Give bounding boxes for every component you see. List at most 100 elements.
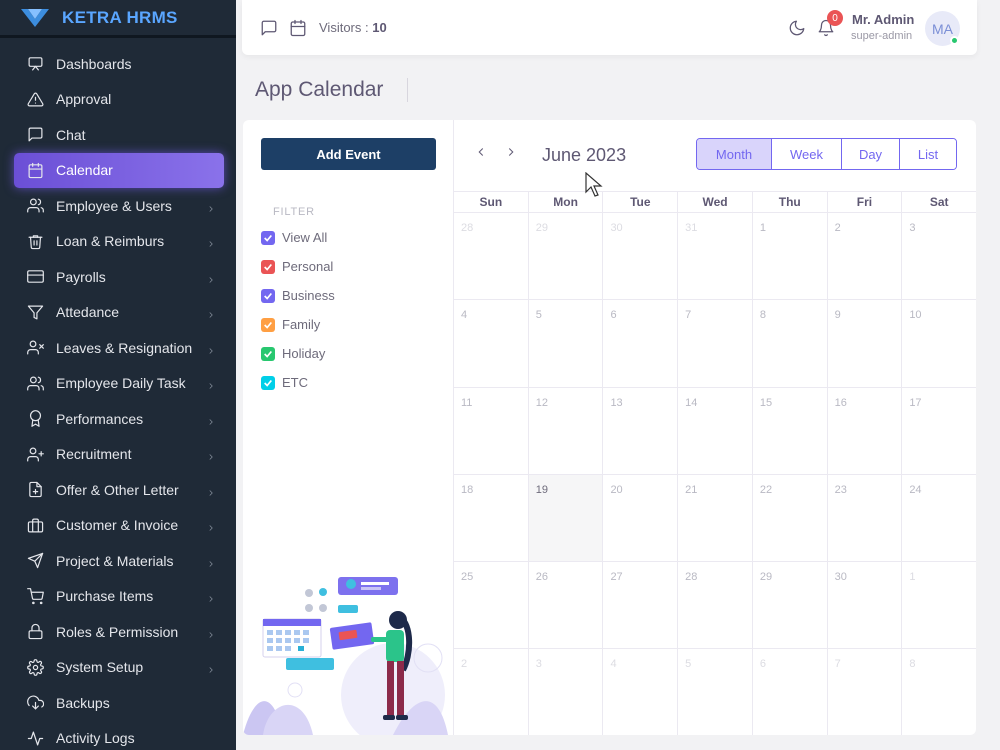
day-cell[interactable]: 28 xyxy=(454,213,529,300)
sidebar-item-attedance[interactable]: Attedance xyxy=(0,295,236,331)
day-cell[interactable]: 16 xyxy=(828,387,903,474)
day-cell[interactable]: 21 xyxy=(678,474,753,562)
checkbox-checked-icon[interactable] xyxy=(261,230,275,245)
checkbox-checked-icon[interactable] xyxy=(261,375,275,390)
day-cell[interactable]: 2 xyxy=(828,213,903,300)
day-cell[interactable]: 28 xyxy=(678,562,753,649)
sidebar-item-dashboards[interactable]: Dashboards xyxy=(0,46,236,82)
sidebar-item-recruitment[interactable]: Recruitment xyxy=(0,437,236,473)
day-cell[interactable]: 8 xyxy=(753,300,828,387)
sidebar-item-leaves-resignation[interactable]: Leaves & Resignation xyxy=(0,330,236,366)
day-cell[interactable]: 10 xyxy=(902,300,976,386)
day-cell[interactable]: 5 xyxy=(529,300,604,387)
day-cell[interactable]: 25 xyxy=(454,562,529,649)
filter-view-all[interactable]: View All xyxy=(261,230,327,245)
day-cell[interactable]: 15 xyxy=(753,387,828,474)
chat-icon[interactable] xyxy=(260,19,278,37)
sidebar-item-activity-logs[interactable]: Activity Logs xyxy=(0,721,236,750)
calendar-icon[interactable] xyxy=(289,19,307,37)
download-cloud-icon xyxy=(26,694,44,712)
chevron-right-icon xyxy=(206,236,216,247)
sidebar-item-performances[interactable]: Performances xyxy=(0,401,236,437)
day-cell[interactable]: 30 xyxy=(828,562,903,649)
day-cell[interactable]: 22 xyxy=(753,474,828,562)
day-cell[interactable]: 13 xyxy=(603,387,679,474)
sidebar-item-loan-reimburs[interactable]: Loan & Reimburs xyxy=(0,224,236,260)
sidebar-item-project-materials[interactable]: Project & Materials xyxy=(0,543,236,579)
calendar-card: Add Event FILTER View All Personal Busines… xyxy=(243,120,976,735)
day-cell[interactable]: 1 xyxy=(753,213,828,300)
day-number: 28 xyxy=(461,222,474,234)
view-month-button[interactable]: Month xyxy=(697,139,772,169)
day-number: 17 xyxy=(909,396,922,409)
day-cell[interactable]: 5 xyxy=(678,649,753,735)
sidebar-item-label: System Setup xyxy=(56,659,144,676)
day-cell[interactable]: 29 xyxy=(753,562,828,649)
day-cell[interactable]: 23 xyxy=(828,474,903,562)
filter-family[interactable]: Family xyxy=(261,317,320,332)
sidebar-item-roles-permission[interactable]: Roles & Permission xyxy=(0,614,236,650)
filter-etc[interactable]: ETC xyxy=(261,375,308,390)
day-number: 20 xyxy=(610,483,623,496)
filter-personal[interactable]: Personal xyxy=(261,259,333,274)
day-cell[interactable]: 14 xyxy=(678,387,753,474)
sidebar-item-calendar[interactable]: Calendar xyxy=(14,152,224,188)
day-cell[interactable]: 20 xyxy=(603,474,679,562)
checkbox-checked-icon[interactable] xyxy=(261,346,275,361)
sidebar-item-customer-invoice[interactable]: Customer & Invoice xyxy=(0,508,236,544)
filter-holiday[interactable]: Holiday xyxy=(261,346,325,361)
day-cell[interactable]: 12 xyxy=(529,387,604,474)
day-cell[interactable]: 6 xyxy=(753,649,828,735)
day-cell[interactable]: 30 xyxy=(603,213,679,300)
credit-card-icon xyxy=(26,268,44,286)
view-day-button[interactable]: Day xyxy=(842,139,900,169)
day-cell[interactable]: 7 xyxy=(678,300,753,387)
prev-month-button[interactable] xyxy=(474,145,490,161)
day-cell[interactable]: 7 xyxy=(828,649,903,735)
brand[interactable]: KETRA HRMS xyxy=(0,0,236,38)
moon-icon[interactable] xyxy=(788,19,806,37)
day-cell[interactable]: 26 xyxy=(529,562,604,649)
view-list-button[interactable]: List xyxy=(900,139,956,169)
day-cell[interactable]: 6 xyxy=(603,300,679,387)
day-cell[interactable]: 4 xyxy=(454,300,529,387)
day-cell[interactable]: 1 xyxy=(902,562,976,648)
day-cell[interactable]: 3 xyxy=(529,649,604,735)
day-number: 13 xyxy=(610,396,623,409)
user-name[interactable]: Mr. Admin xyxy=(852,12,914,27)
day-number: 6 xyxy=(759,658,766,671)
sidebar-item-offer-other-letter[interactable]: Offer & Other Letter xyxy=(0,472,236,508)
sidebar-item-label: Employee Daily Task xyxy=(56,375,186,392)
sidebar-item-backups[interactable]: Backups xyxy=(0,685,236,721)
sidebar-item-system-setup[interactable]: System Setup xyxy=(0,650,236,686)
day-cell[interactable]: 11 xyxy=(454,387,529,474)
checkbox-checked-icon[interactable] xyxy=(261,288,275,303)
day-cell[interactable]: 9 xyxy=(828,300,903,387)
sidebar-item-employee-daily-task[interactable]: Employee Daily Task xyxy=(0,366,236,402)
sidebar-item-approval[interactable]: Approval xyxy=(0,82,236,118)
filter-business[interactable]: Business xyxy=(261,288,335,303)
day-cell[interactable]: 29 xyxy=(529,213,604,300)
checkbox-checked-icon[interactable] xyxy=(261,317,275,332)
day-cell[interactable]: 17 xyxy=(902,388,976,474)
day-cell[interactable]: 4 xyxy=(603,649,679,735)
view-week-button[interactable]: Week xyxy=(772,139,842,169)
day-number: 18 xyxy=(461,483,474,496)
next-month-button[interactable] xyxy=(504,145,520,161)
sidebar-item-chat[interactable]: Chat xyxy=(0,117,236,153)
day-cell[interactable]: 2 xyxy=(454,649,529,735)
day-cell[interactable]: 27 xyxy=(603,562,679,649)
sidebar-item-payrolls[interactable]: Payrolls xyxy=(0,259,236,295)
visitors-counter: Visitors : 10 xyxy=(319,20,387,35)
day-cell-today[interactable]: 19 xyxy=(528,474,604,562)
sidebar-item-employee-users[interactable]: Employee & Users xyxy=(0,188,236,224)
checkbox-checked-icon[interactable] xyxy=(261,259,275,274)
day-cell[interactable]: 31 xyxy=(678,213,753,300)
day-cell[interactable]: 24 xyxy=(902,475,976,561)
day-cell[interactable]: 3 xyxy=(902,213,976,299)
add-event-button[interactable]: Add Event xyxy=(261,138,436,170)
day-cell[interactable]: 18 xyxy=(454,474,529,562)
day-cell[interactable]: 8 xyxy=(902,649,976,735)
sidebar-item-purchase-items[interactable]: Purchase Items xyxy=(0,579,236,615)
filter-title: FILTER xyxy=(273,206,315,218)
